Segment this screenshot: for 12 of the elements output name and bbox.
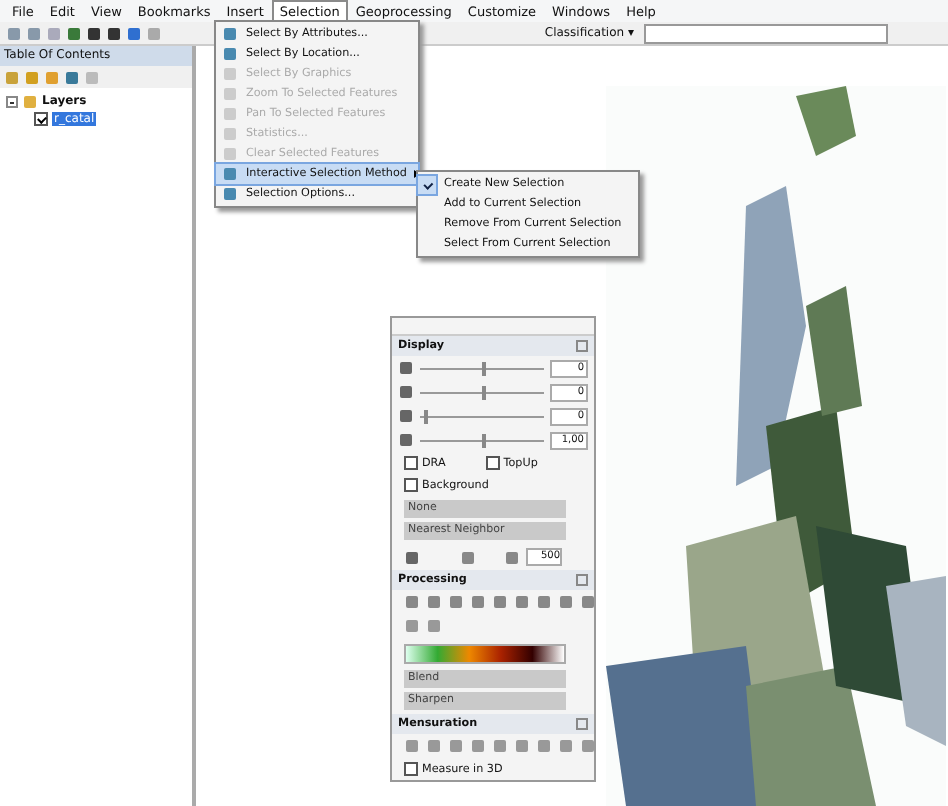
- collapse-icon[interactable]: [576, 718, 588, 730]
- layer-checkbox[interactable]: [34, 112, 48, 126]
- slider-thumb[interactable]: [423, 409, 428, 423]
- collapse-icon[interactable]: [576, 340, 588, 352]
- collapse-icon[interactable]: [576, 574, 588, 586]
- checkbox[interactable]: [404, 762, 418, 776]
- classification-field[interactable]: [644, 23, 888, 43]
- checkbox[interactable]: [404, 456, 418, 470]
- checkbox[interactable]: [485, 456, 500, 470]
- collapse-toggle[interactable]: [6, 95, 18, 107]
- color-ramp[interactable]: [404, 644, 566, 664]
- checkbox[interactable]: [404, 478, 418, 492]
